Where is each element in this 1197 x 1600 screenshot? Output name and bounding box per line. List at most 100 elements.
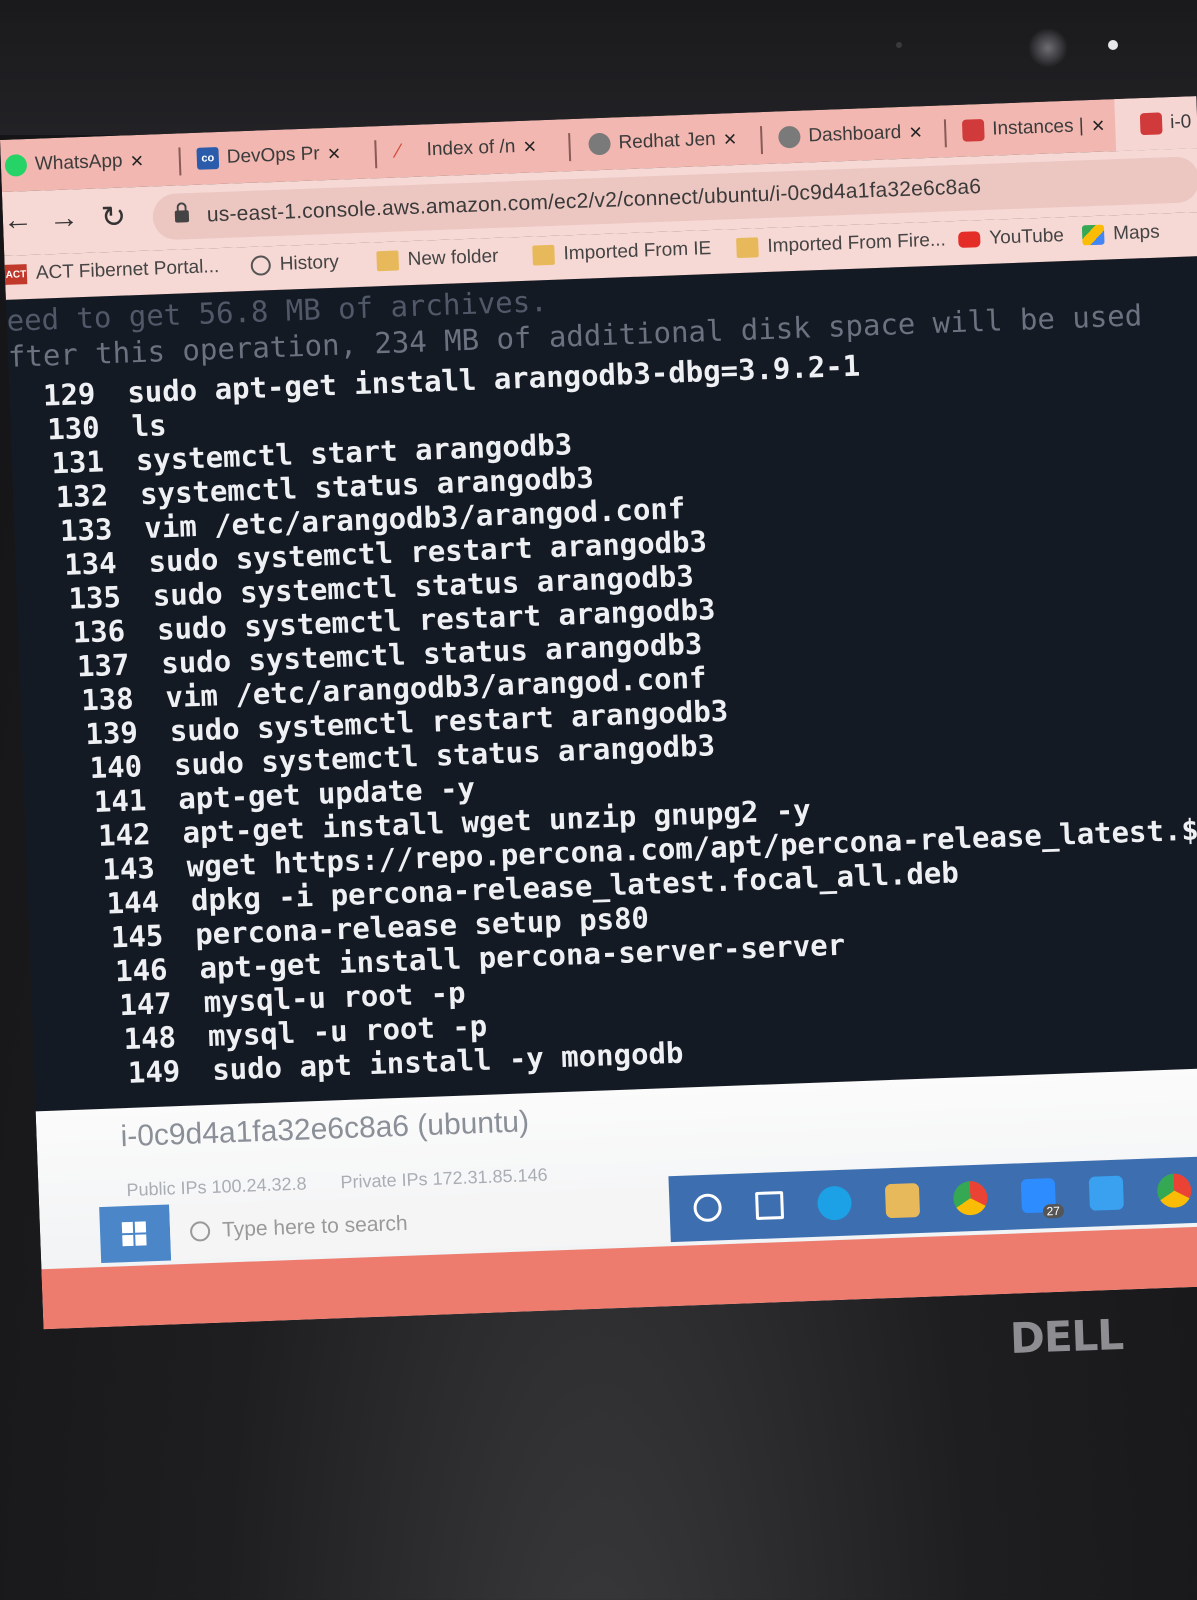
tab-label: i-0 (1169, 111, 1192, 134)
tab-label: DevOps Pr (226, 143, 321, 168)
file-explorer-icon[interactable] (884, 1183, 921, 1219)
tab-label: Index of /n (426, 136, 516, 161)
co-icon: co (196, 147, 220, 170)
tab-redhat-jenkins[interactable]: Redhat Jen × (588, 119, 737, 164)
lock-icon (174, 210, 190, 223)
history-number: 134 (63, 546, 118, 582)
back-icon[interactable]: ← (2, 203, 33, 238)
history-number: 146 (114, 952, 169, 989)
close-icon[interactable]: × (1091, 113, 1105, 139)
history-number: 139 (84, 715, 139, 752)
close-icon[interactable]: × (723, 126, 737, 152)
forward-icon[interactable]: → (48, 201, 79, 236)
tab-whatsapp[interactable]: WhatsApp × (4, 141, 144, 186)
terminal[interactable]: eed to get 56.8 MB of archives. fter thi… (5, 256, 1197, 1112)
history-number: 149 (127, 1054, 181, 1090)
tab-devops[interactable]: co DevOps Pr × (196, 134, 341, 179)
tab-label: WhatsApp (34, 150, 123, 175)
jenkins-icon (588, 132, 611, 156)
history-number: 132 (55, 478, 109, 515)
history-icon (250, 255, 272, 276)
history-number: 145 (110, 918, 164, 955)
folder-icon (376, 250, 400, 272)
webcam-icon (1028, 28, 1068, 68)
history-number: 133 (59, 512, 113, 549)
bookmark-label: New folder (407, 245, 499, 271)
search-placeholder: Type here to search (221, 1211, 409, 1242)
start-button[interactable] (99, 1204, 172, 1264)
mail-icon[interactable]: 27 (1020, 1178, 1065, 1219)
history-number: 141 (93, 783, 147, 819)
history-number: 144 (106, 884, 160, 921)
aws-icon (961, 118, 985, 142)
tab-separator (568, 133, 572, 162)
edge-icon[interactable] (816, 1185, 853, 1221)
history-number: 148 (123, 1020, 177, 1057)
history-number: 129 (42, 376, 96, 413)
whatsapp-icon (4, 154, 28, 177)
tab-dashboard[interactable]: Dashboard × (778, 112, 923, 157)
search-icon (189, 1221, 211, 1242)
zoom-icon[interactable] (1088, 1175, 1124, 1211)
camera-led-icon (1108, 40, 1118, 50)
history-number: 131 (50, 444, 105, 481)
aws-icon (1139, 112, 1163, 136)
tab-separator (760, 126, 764, 155)
chrome-icon[interactable] (1156, 1173, 1192, 1209)
history-number: 138 (80, 681, 135, 718)
tab-separator (943, 119, 947, 148)
close-icon[interactable]: × (909, 119, 923, 145)
history-number: 130 (46, 410, 101, 447)
tab-separator (178, 147, 182, 176)
laptop-screen: WhatsApp × co DevOps Pr × ⁄ Index of /n … (0, 96, 1197, 1330)
bookmark-label: Maps (1112, 221, 1161, 245)
reload-icon[interactable]: ↻ (100, 199, 126, 235)
folder-icon (736, 237, 759, 259)
bookmark-label: Imported From Fire... (767, 229, 947, 257)
history-number: 136 (72, 613, 126, 650)
history-number: 137 (76, 647, 130, 684)
instance-id-label: i-0c9d4a1fa32e6c8a6 (ubuntu) (120, 1105, 530, 1154)
close-icon[interactable]: × (327, 141, 341, 167)
task-view-icon[interactable] (755, 1191, 785, 1221)
index-icon: ⁄ (396, 140, 401, 163)
bookmark-label: Imported From IE (563, 238, 712, 265)
history-number: 147 (118, 986, 173, 1023)
windows-logo-icon (121, 1221, 147, 1247)
history-line: 130 ls (13, 408, 167, 448)
history-number: 142 (97, 816, 152, 853)
close-icon[interactable]: × (523, 133, 537, 159)
dell-logo: DELL (1009, 1310, 1124, 1363)
tab-label: Dashboard (808, 121, 902, 147)
tab-separator (374, 140, 378, 169)
tab-instances[interactable]: Instances | × (961, 106, 1106, 151)
bookmark-act-fibernet[interactable]: ACT ACT Fibernet Portal... (4, 256, 220, 286)
history-number: 143 (101, 850, 156, 887)
tab-label: Instances | (991, 115, 1085, 140)
bookmark-new-folder[interactable]: New folder (376, 246, 499, 272)
chrome-icon[interactable] (952, 1180, 989, 1216)
bookmark-maps[interactable]: Maps (1081, 221, 1161, 247)
sensor-icon (896, 42, 902, 48)
bookmark-youtube[interactable]: YouTube (958, 225, 1064, 251)
youtube-icon (958, 231, 981, 248)
bookmark-label: YouTube (988, 225, 1065, 249)
bookmark-imported-firefox[interactable]: Imported From Fire... (736, 229, 946, 259)
close-icon[interactable]: × (130, 148, 144, 174)
history-number: 135 (67, 579, 122, 616)
url-text: us-east-1.console.aws.amazon.com/ec2/v2/… (206, 175, 982, 227)
maps-icon (1081, 224, 1105, 246)
history-command: ls (130, 408, 168, 444)
notification-badge: 27 (1042, 1203, 1065, 1219)
jenkins-icon (778, 125, 801, 149)
tab-label: Redhat Jen (618, 128, 717, 154)
folder-icon (532, 244, 555, 266)
cortana-icon[interactable] (693, 1193, 723, 1223)
bookmark-label: History (279, 251, 340, 275)
bookmark-label: ACT Fibernet Portal... (35, 256, 220, 284)
bookmark-imported-ie[interactable]: Imported From IE (532, 238, 712, 267)
tab-ec2-connect[interactable]: i-0 (1139, 102, 1192, 144)
tab-index-of[interactable]: ⁄ Index of /n × (396, 126, 537, 171)
bookmark-history[interactable]: History (250, 252, 339, 277)
act-icon: ACT (4, 264, 28, 285)
